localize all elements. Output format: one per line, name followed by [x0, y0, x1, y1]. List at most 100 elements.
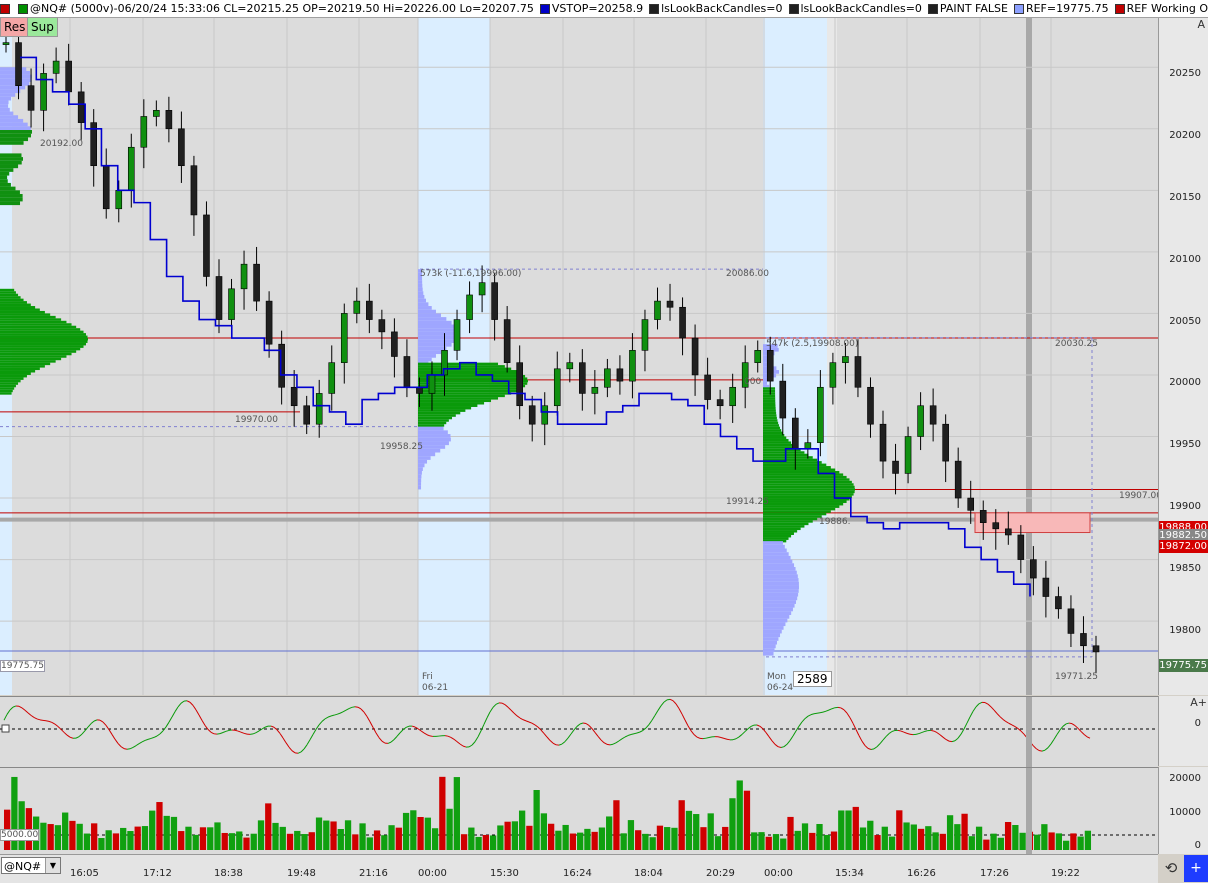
volume-profile-bar: [0, 130, 32, 134]
volume-bar: [816, 824, 822, 850]
osc-segment: [631, 734, 634, 735]
osc-segment: [364, 712, 367, 716]
volume-profile-bar: [763, 556, 791, 560]
candle-body: [128, 147, 134, 190]
volume-profile-bar: [0, 157, 23, 161]
volume-pane[interactable]: 5000.00: [0, 767, 1158, 855]
volume-tick: 0: [1195, 840, 1201, 851]
volume-profile-bar: [763, 589, 799, 593]
osc-segment: [172, 712, 175, 717]
candle-body: [141, 116, 147, 147]
osc-segment: [1084, 734, 1087, 736]
volume-profile-bar: [763, 437, 786, 439]
title-item: REF Working Orders: [1115, 2, 1208, 15]
volume-profile-bar: [418, 414, 456, 416]
volume-bar: [809, 833, 815, 850]
osc-segment: [1057, 730, 1060, 735]
osc-segment: [427, 735, 430, 736]
osc-segment: [829, 709, 832, 710]
price-chart-pane[interactable]: 20192.00 19970.00 573k (-11.6,19996.00) …: [0, 18, 1158, 695]
osc-segment: [28, 713, 31, 716]
volume-profile-bar: [418, 412, 460, 414]
volume-profile-bar: [418, 336, 459, 340]
volume-bar: [193, 835, 199, 850]
osc-segment: [799, 722, 802, 726]
volume-bar: [976, 827, 982, 850]
time-tick-label: 15:34: [835, 868, 864, 879]
resistance-button[interactable]: Res: [0, 17, 29, 37]
osc-segment: [496, 703, 499, 704]
osc-segment: [4, 714, 7, 720]
osc-segment: [844, 710, 847, 713]
oscillator-axis[interactable]: A+ 0: [1158, 696, 1208, 766]
osc-segment: [337, 713, 340, 714]
candle-body: [792, 418, 798, 449]
volume-profile-bar: [0, 86, 25, 90]
volume-bar: [142, 826, 148, 850]
osc-segment: [244, 733, 247, 734]
volume-profile-bar: [763, 593, 798, 597]
volume-profile-bar: [0, 363, 50, 365]
volume-profile-bar: [0, 348, 80, 350]
volume-bar: [265, 803, 271, 850]
osc-segment: [934, 731, 937, 732]
volume-profile-bar: [0, 291, 16, 293]
support-button[interactable]: Sup: [27, 17, 58, 37]
osc-segment: [682, 714, 685, 720]
osc-segment: [1042, 750, 1045, 751]
price-axis[interactable]: A 20250 20200 20150 20100 20050 20000 19…: [1158, 18, 1208, 695]
price-chart-svg[interactable]: [0, 18, 1158, 695]
count-box: 2589: [793, 671, 832, 687]
add-chart-button[interactable]: +: [1184, 855, 1208, 882]
symbol-selector[interactable]: @NQ# ▼: [1, 857, 61, 874]
volume-profile-bar: [0, 345, 84, 347]
volume-profile-bar: [418, 409, 465, 411]
osc-segment: [373, 727, 376, 732]
candle-body: [66, 61, 72, 92]
candle-body: [1080, 633, 1086, 645]
candle-body: [229, 289, 235, 320]
oscillator-pane[interactable]: [0, 696, 1158, 767]
osc-segment: [529, 722, 532, 723]
autoscale-aplus-button[interactable]: A+: [1190, 696, 1207, 709]
vstop-line: [20, 57, 1030, 596]
candle-body: [980, 510, 986, 522]
osc-segment: [901, 731, 904, 732]
osc-segment: [502, 703, 505, 705]
osc-segment: [979, 702, 982, 703]
title-item: @NQ# (5000v)-06/20/24 15:33:06 CL=20215.…: [18, 2, 534, 15]
volume-profile-bar: [0, 296, 21, 298]
volume-bar: [280, 827, 286, 850]
osc-segment: [781, 747, 784, 748]
osc-segment: [265, 726, 268, 727]
osc-segment: [967, 717, 970, 723]
candle-body: [667, 301, 673, 307]
volume-axis[interactable]: 20000 10000 0: [1158, 767, 1208, 854]
osc-segment: [169, 717, 172, 722]
chevron-down-icon[interactable]: ▼: [45, 858, 60, 873]
osc-segment: [100, 720, 103, 722]
volume-profile-bar: [0, 123, 28, 127]
volume-profile-bar: [418, 365, 505, 367]
symbol-selector-value: @NQ#: [4, 860, 41, 873]
osc-segment: [904, 732, 907, 733]
time-axis[interactable]: 16:0517:1218:3819:4821:1600:0015:3016:24…: [0, 854, 1158, 883]
color-swatch-icon: [928, 4, 938, 14]
candle-body: [492, 283, 498, 320]
candle-body: [216, 276, 222, 319]
volume-profile-bar: [0, 380, 21, 382]
autoscale-a-button[interactable]: A: [1197, 18, 1205, 31]
refresh-icon[interactable]: ⟲: [1160, 857, 1182, 879]
volume-bar: [1041, 824, 1047, 850]
osc-segment: [379, 738, 382, 742]
volume-profile-bar: [763, 515, 822, 517]
volume-bar: [222, 833, 228, 850]
osc-segment: [1009, 723, 1012, 725]
volume-profile-bar: [0, 350, 76, 352]
volume-bar: [62, 813, 68, 850]
candle-body: [705, 375, 711, 400]
cursor-line: [1026, 697, 1032, 767]
candle-body: [517, 363, 523, 406]
osc-segment: [19, 706, 22, 708]
osc-segment: [598, 736, 601, 740]
